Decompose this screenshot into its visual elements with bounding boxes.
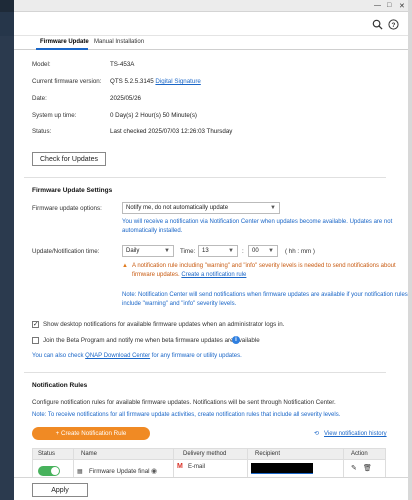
update-options-label: Firmware update options: [32,205,102,212]
warning-icon: ▲ [122,263,128,269]
beta-program-label: Join the Beta Program and notify me when… [43,337,260,344]
settings-title: Firmware Update Settings [32,187,113,194]
recipient-redacted [251,463,313,474]
column-recipient: Recipient [255,451,281,457]
warning-line-2-prefix: firmware updates. [132,272,180,278]
hour-value: 13 [202,248,209,254]
update-options-select[interactable]: Notify me, do not automatically update ▼ [122,202,280,214]
frequency-value: Daily [126,248,140,254]
time-text: Time: [180,248,196,255]
warning-line-1: A notification rule including "warning" … [132,263,396,269]
options-note-1: You will receive a notification via Noti… [122,219,393,225]
rules-note: Note: To receive notifications for all f… [32,412,341,418]
sidebar-block [0,12,14,36]
firmware-label: Current firmware version: [32,78,102,85]
tab-manual-installation[interactable]: Manual Installation [94,39,144,45]
chevron-down-icon: ▼ [268,248,274,254]
rule-delivery: E-mail [188,464,206,470]
minute-value: 00 [252,248,259,254]
gmail-icon: M [177,463,183,470]
qnap-download-center-link[interactable]: QNAP Download Center [85,353,150,359]
close-icon[interactable]: ✕ [399,2,405,10]
column-delivery: Delivery method [183,451,227,457]
window-edge [408,0,412,500]
info-icon[interactable]: i [232,336,240,344]
tab-firmware-update[interactable]: Firmware Update [40,39,89,45]
create-notification-rule-button[interactable]: + Create Notification Rule [32,427,150,440]
qdc-suffix: for any firmware or utility updates. [151,353,242,359]
sidebar-block [0,0,14,12]
help-icon[interactable]: ? [386,17,400,31]
column-action: Action [351,451,368,457]
tab-bar: Firmware Update Manual Installation [14,36,408,50]
notification-time-label: Update/Notification time: [32,248,100,255]
apply-button[interactable]: Apply [32,483,88,497]
hour-select[interactable]: 13 ▼ [198,245,238,257]
window-titlebar: — □ ✕ [14,0,408,12]
frequency-select[interactable]: Daily ▼ [122,245,174,257]
status-value: Last checked 2025/07/03 12:26:03 Thursda… [110,128,233,135]
warning-line-2: firmware updates. Create a notification … [132,271,246,280]
toolbar: ? [14,12,408,36]
model-value: TS-453A [110,61,135,68]
chevron-down-icon: ▼ [164,248,170,254]
qdc-prefix: You can also check [32,353,84,359]
chevron-down-icon: ▼ [228,248,234,254]
rule-icon: ▦ [77,469,83,475]
search-icon[interactable] [370,17,384,31]
date-value: 2025/05/26 [110,95,141,102]
column-status: Status [38,451,56,457]
rule-name: Firmware Update final [89,468,150,475]
update-options-value: Notify me, do not automatically update [126,205,229,211]
edit-icon[interactable]: ✎ [351,464,357,472]
rules-description: Configure notification rules for availab… [32,399,336,406]
create-notification-rule-link[interactable]: Create a notification rule [181,272,246,278]
eye-icon[interactable]: ◉ [151,467,157,475]
chevron-down-icon: ▼ [270,205,276,211]
rule-status-toggle[interactable] [38,466,60,476]
status-label: Status: [32,128,52,135]
delete-icon[interactable]: 🗑 [363,464,372,472]
footer-bar: Apply [14,477,408,500]
nc-note-1: Note: Notification Center will send noti… [122,292,408,298]
options-note-2: automatically installed. [122,228,183,234]
time-colon: : [242,248,244,255]
beta-program-checkbox[interactable] [32,337,39,344]
view-notification-history-link[interactable]: View notification history [324,430,387,439]
svg-text:?: ? [391,21,395,28]
column-name: Name [81,451,98,457]
divider [24,177,386,178]
check-for-updates-button[interactable]: Check for Updates [32,152,106,166]
sidebar-edge [0,0,14,500]
date-label: Date: [32,95,47,102]
minute-select[interactable]: 00 ▼ [248,245,278,257]
firmware-value-line: QTS 5.2.5.3145 Digital Signature [110,78,201,85]
firmware-value: QTS 5.2.5.3145 [110,78,154,85]
uptime-value: 0 Day(s) 2 Hour(s) 50 Minute(s) [110,112,197,119]
nc-note-2: include "warning" and "info" severity le… [122,301,237,307]
minimize-icon[interactable]: — [374,2,381,9]
rules-title: Notification Rules [32,382,88,389]
desktop-notify-label: Show desktop notifications for available… [43,321,285,328]
time-format-hint: ( hh : mm ) [285,248,315,255]
uptime-label: System up time: [32,112,77,119]
history-icon: ⟲ [314,431,320,437]
table-header: Status Name Delivery method Recipient Ac… [33,449,385,460]
maximize-icon[interactable]: □ [387,2,391,9]
divider [24,372,386,373]
download-center-line: You can also check QNAP Download Center … [32,352,242,361]
desktop-notify-checkbox[interactable] [32,320,39,328]
digital-signature-link[interactable]: Digital Signature [155,78,200,85]
active-tab-indicator [36,48,88,50]
model-label: Model: [32,61,51,68]
